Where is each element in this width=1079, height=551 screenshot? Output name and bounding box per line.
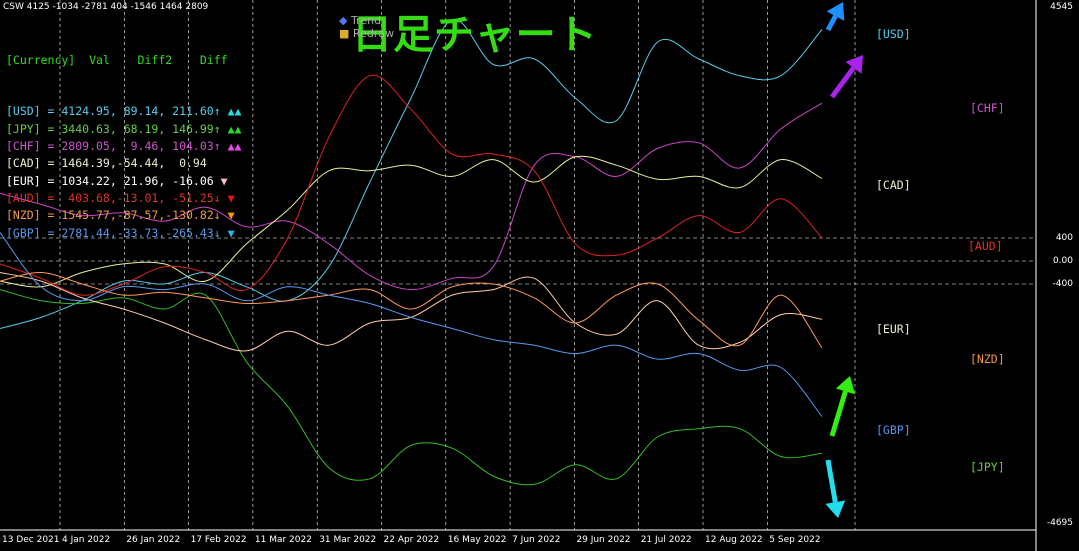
currency-row-text: [AUD] = 403.68,-13.01, -51.25↓ bbox=[6, 190, 221, 205]
x-tick-label: 31 Mar 2022 bbox=[319, 535, 377, 545]
x-tick-label: 26 Jan 2022 bbox=[126, 535, 181, 545]
y-tick-label: -4695 bbox=[1046, 518, 1073, 528]
currency-row-gbp: [GBP] = 2781.44,-33.73,-265.43↓ ▼ bbox=[6, 225, 241, 242]
x-tick-label: 21 Jul 2022 bbox=[640, 535, 692, 545]
series-line-jpy bbox=[0, 289, 823, 486]
x-tick-label: 16 May 2022 bbox=[447, 535, 507, 545]
currency-row-nzd: [NZD] = 1545.77,-87.57,-130.82↓ ▼ bbox=[6, 207, 241, 224]
usd-up-arrow-icon-shaft bbox=[825, 14, 838, 32]
indicator-readout: CSW 4125 -1034 -2781 404 -1546 1464 2809 bbox=[3, 2, 209, 12]
currency-strength-table: [Currency] Val Diff2 Diff [USD] = 4124.9… bbox=[6, 17, 241, 276]
x-tick-label: 5 Sep 2022 bbox=[769, 535, 821, 545]
currency-label-jpy: [JPY] bbox=[970, 460, 1005, 474]
currency-row-text: [JPY] = 3440.63, 68.19, 146.99↑ bbox=[6, 121, 221, 136]
x-tick-label: 17 Feb 2022 bbox=[190, 535, 247, 545]
x-tick-label: 22 Apr 2022 bbox=[383, 535, 440, 545]
down-triangle-icon: ▼ bbox=[220, 225, 235, 240]
currency-label-usd: [USD] bbox=[876, 27, 911, 41]
redraw-marker-icon: ■ bbox=[339, 27, 350, 40]
up-triangle-icon: ▲▲ bbox=[220, 139, 242, 154]
legend-redraw: Redraw bbox=[352, 27, 395, 40]
currency-row-jpy: [JPY] = 3440.63, 68.19, 146.99↑ ▲▲ bbox=[6, 121, 241, 138]
currency-label-eur: [EUR] bbox=[876, 322, 911, 336]
y-tick-label: 4545 bbox=[1050, 2, 1073, 12]
trend-marker-icon: ◆ bbox=[339, 14, 348, 27]
legend: ◆ Trend ■ Redraw bbox=[339, 14, 394, 40]
down-triangle-icon: ▼ bbox=[220, 190, 235, 205]
y-tick-label: -400 bbox=[1052, 279, 1073, 289]
currency-label-aud: [AUD] bbox=[968, 239, 1003, 253]
up-triangle-icon: ▲▲ bbox=[220, 104, 242, 119]
x-tick-label: 7 Jun 2022 bbox=[512, 535, 561, 545]
y-tick-label: 0.00 bbox=[1052, 256, 1073, 266]
down-triangle-icon: ▼ bbox=[213, 173, 228, 188]
x-tick-label: 13 Dec 2021 bbox=[2, 535, 60, 545]
x-tick-label: 11 Mar 2022 bbox=[254, 535, 312, 545]
currency-row-text: [NZD] = 1545.77,-87.57,-130.82↓ bbox=[6, 208, 221, 223]
currency-label-cad: [CAD] bbox=[876, 178, 911, 192]
chf-up-arrow-icon-shaft bbox=[829, 66, 856, 99]
currency-row-cad: [CAD] = 1464.39,-54.44, 0.94 bbox=[6, 155, 241, 172]
up-triangle-icon: ▲▲ bbox=[220, 121, 242, 136]
currency-row-text: [EUR] = 1034.22, 21.96, -16.06 bbox=[6, 173, 214, 188]
currency-label-chf: [CHF] bbox=[970, 101, 1005, 115]
gbp-down-arrow-icon-head bbox=[825, 500, 846, 518]
currency-row-text: [GBP] = 2781.44,-33.73,-265.43↓ bbox=[6, 225, 221, 240]
currency-row-chf: [CHF] = 2809.05, 9.46, 104.03↑ ▲▲ bbox=[6, 138, 241, 155]
x-tick-label: 4 Jan 2022 bbox=[62, 535, 111, 545]
y-tick-label: 400 bbox=[1055, 233, 1073, 243]
currency-label-nzd: [NZD] bbox=[970, 352, 1005, 366]
currency-row-text: [CHF] = 2809.05, 9.46, 104.03↑ bbox=[6, 139, 221, 154]
currency-label-gbp: [GBP] bbox=[876, 423, 911, 437]
gbp-down-arrow-icon-shaft bbox=[825, 459, 838, 503]
chart-window[interactable]: CSW 4125 -1034 -2781 404 -1546 1464 2809… bbox=[0, 0, 1079, 551]
currency-row-aud: [AUD] = 403.68,-13.01, -51.25↓ ▼ bbox=[6, 190, 241, 207]
x-tick-label: 12 Aug 2022 bbox=[705, 535, 763, 545]
jpy-up-arrow-icon-shaft bbox=[829, 390, 848, 437]
currency-row-eur: [EUR] = 1034.22, 21.96, -16.06 ▼ bbox=[6, 173, 241, 190]
currency-row-text: [USD] = 4124.95, 89.14, 211.60↑ bbox=[6, 104, 221, 119]
currency-row-usd: [USD] = 4124.95, 89.14, 211.60↑ ▲▲ bbox=[6, 103, 241, 120]
table-header: [Currency] Val Diff2 Diff bbox=[6, 52, 228, 67]
x-tick-label: 29 Jun 2022 bbox=[576, 535, 631, 545]
down-triangle-icon: ▼ bbox=[220, 208, 235, 223]
currency-row-text: [CAD] = 1464.39,-54.44, 0.94 bbox=[6, 156, 207, 171]
legend-trend: Trend bbox=[350, 14, 382, 27]
